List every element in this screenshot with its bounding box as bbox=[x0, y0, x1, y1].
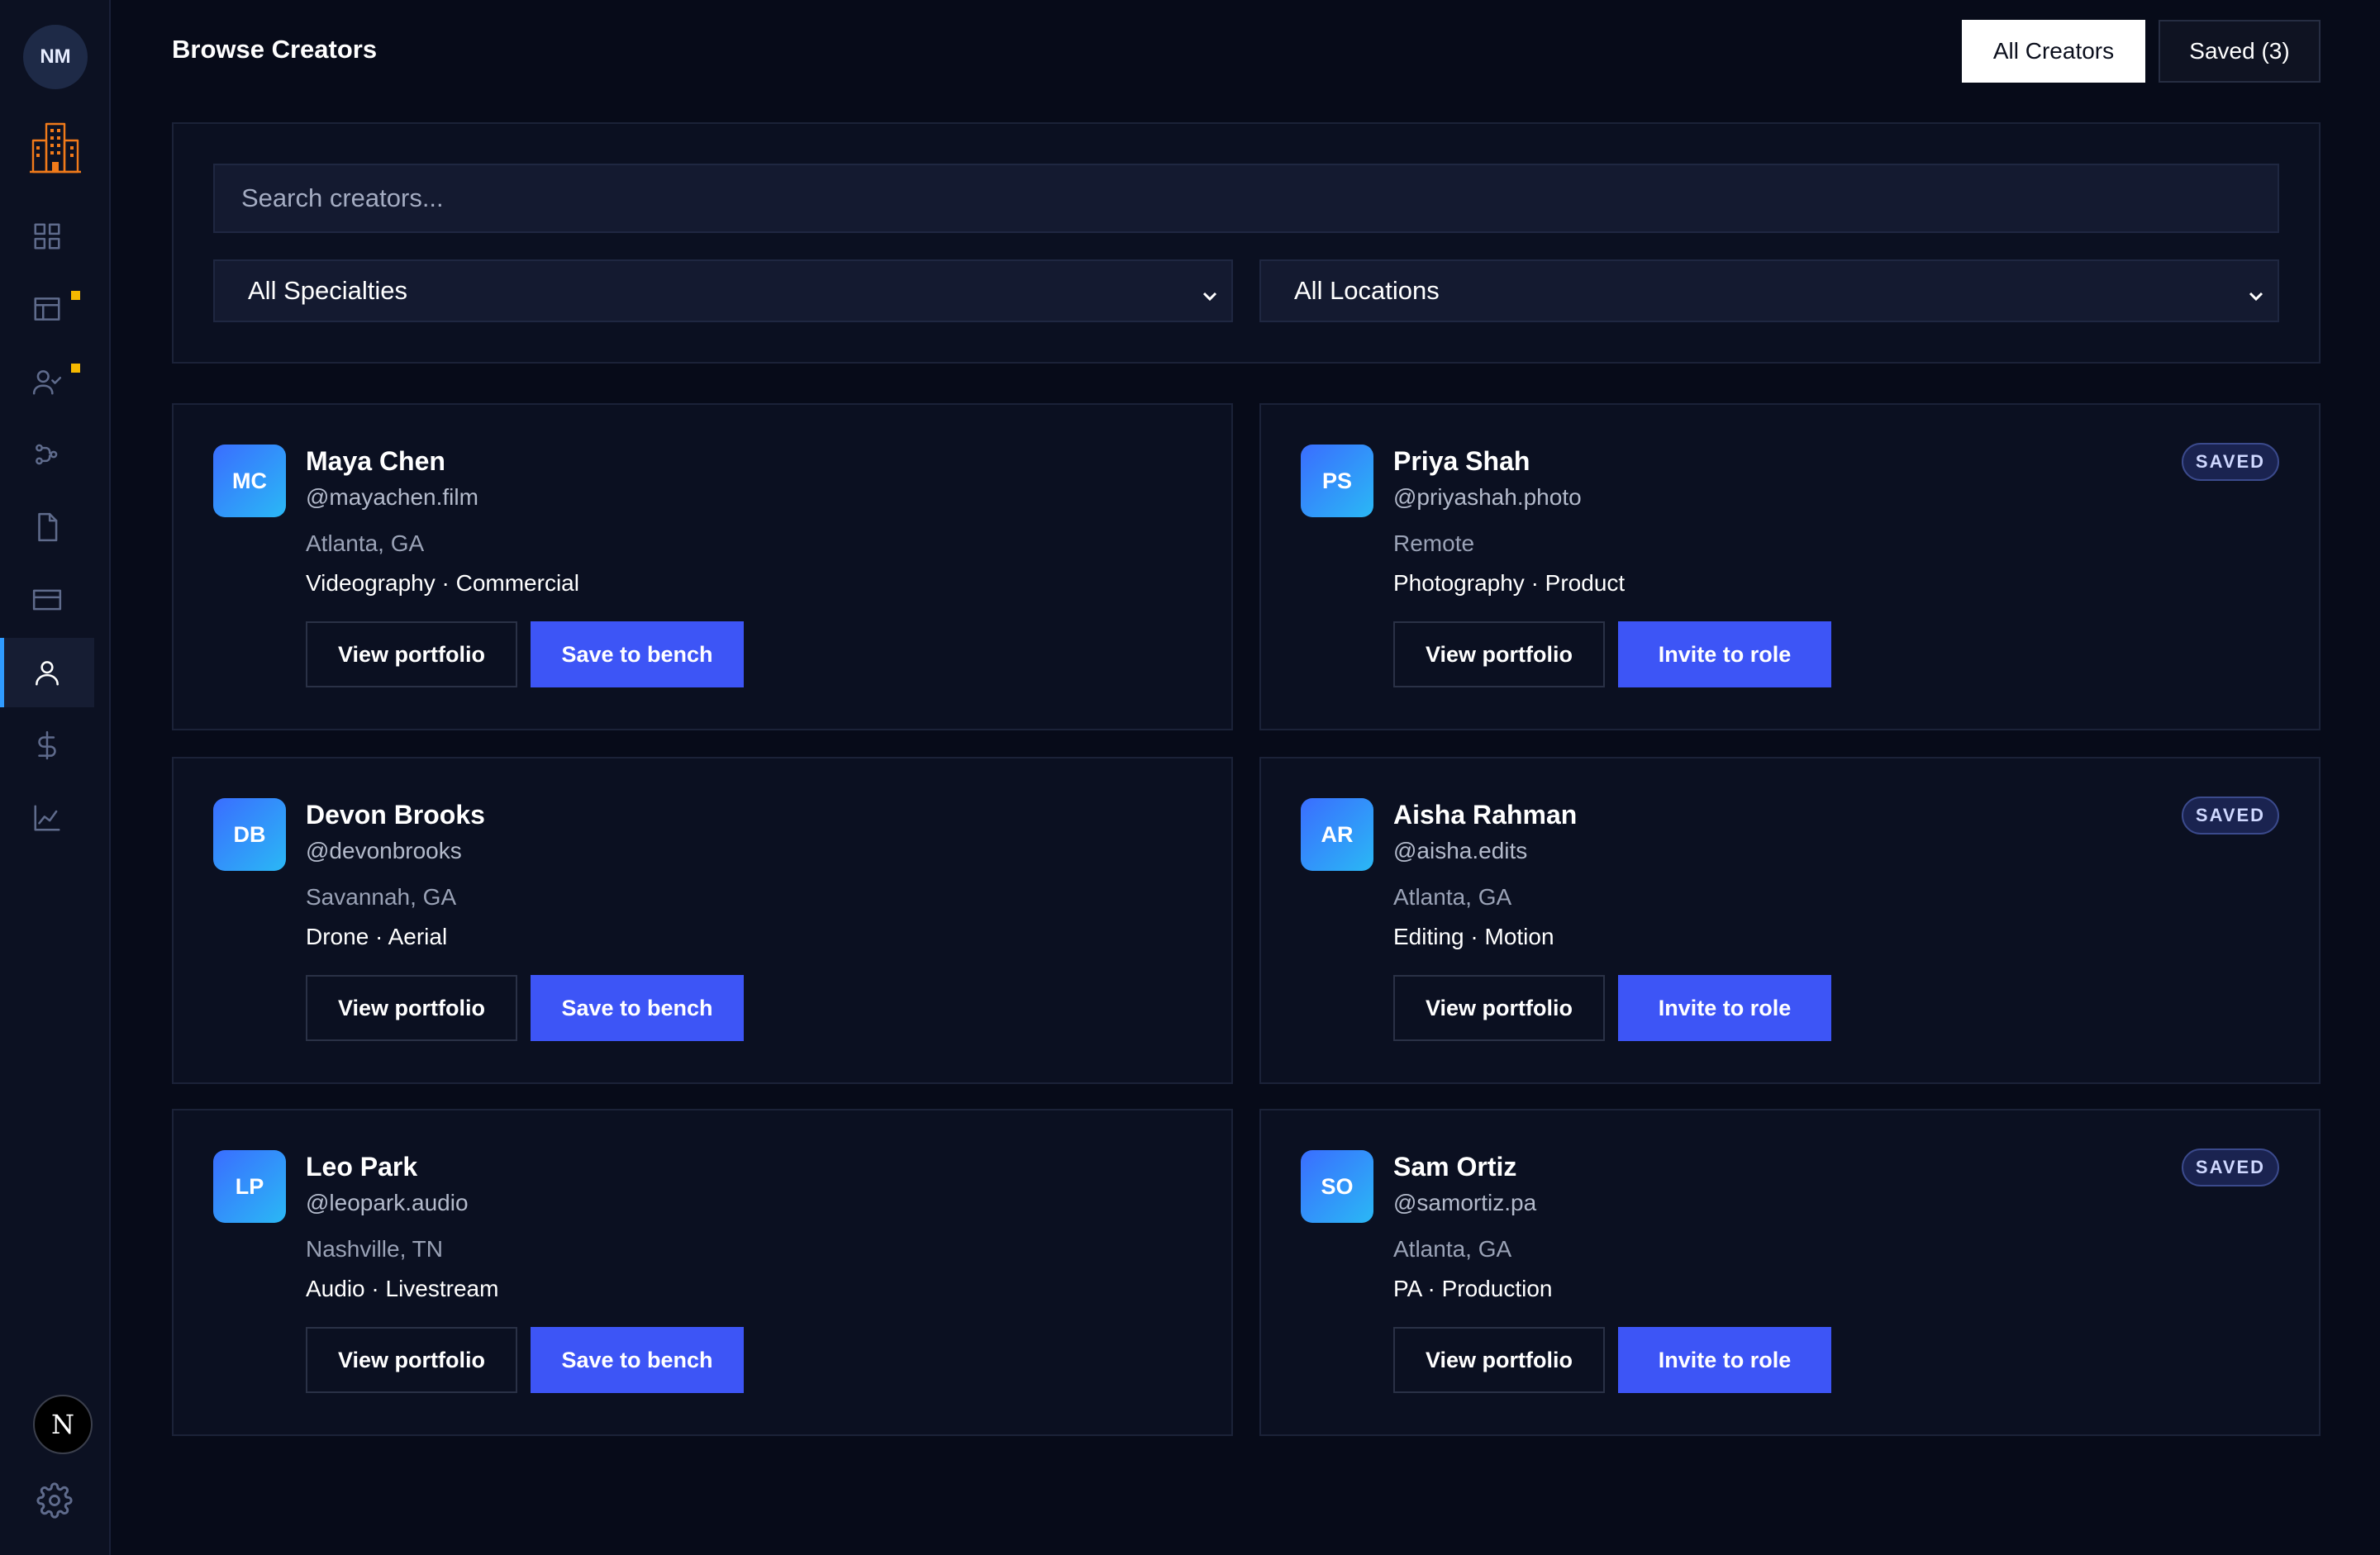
creator-card: PS Priya Shah @priyashah.photo Remote Ph… bbox=[1259, 403, 2320, 730]
projects-icon bbox=[34, 297, 60, 321]
creator-card: SO Sam Ortiz @samortiz.pa Atlanta, GA PA… bbox=[1259, 1109, 2320, 1436]
company-logo-icon[interactable] bbox=[28, 121, 83, 175]
applicants-notification-dot bbox=[71, 364, 80, 373]
view-portfolio-button[interactable]: View portfolio bbox=[306, 975, 517, 1041]
creator-card: MC Maya Chen @mayachen.film Atlanta, GA … bbox=[172, 403, 1233, 730]
analytics-icon bbox=[34, 805, 60, 831]
creator-handle: @mayachen.film bbox=[306, 484, 478, 510]
creator-location: Savannah, GA bbox=[306, 884, 457, 910]
invite-to-role-button[interactable]: Invite to role bbox=[1618, 621, 1831, 687]
tab-saved[interactable]: Saved (3) bbox=[2159, 20, 2320, 83]
nav-dashboard[interactable] bbox=[0, 202, 94, 271]
chevron-down-icon bbox=[1200, 283, 1220, 302]
creators-icon bbox=[36, 661, 59, 686]
sidebar: NM N bbox=[0, 0, 111, 1555]
creator-avatar: MC bbox=[213, 445, 286, 517]
creator-name: Aisha Rahman bbox=[1393, 800, 1578, 830]
creator-handle: @samortiz.pa bbox=[1393, 1190, 1537, 1215]
view-portfolio-button[interactable]: View portfolio bbox=[1393, 621, 1605, 687]
view-portfolio-button[interactable]: View portfolio bbox=[1393, 975, 1605, 1041]
location-select-value: All Locations bbox=[1294, 276, 1440, 305]
nav-payments[interactable] bbox=[0, 565, 94, 635]
user-avatar[interactable]: NM bbox=[23, 25, 88, 89]
location-select[interactable]: All Locations bbox=[1259, 259, 2279, 322]
nav-finance[interactable] bbox=[0, 711, 94, 780]
creator-avatar: AR bbox=[1301, 798, 1373, 871]
save-to-bench-button[interactable]: Save to bench bbox=[531, 975, 744, 1041]
creator-name: Leo Park bbox=[306, 1152, 418, 1182]
creator-avatar: SO bbox=[1301, 1150, 1373, 1223]
creator-location: Atlanta, GA bbox=[1393, 1236, 1512, 1262]
specialty-select-value: All Specialties bbox=[248, 276, 407, 305]
specialty-select[interactable]: All Specialties bbox=[213, 259, 1233, 322]
saved-badge: SAVED bbox=[2182, 797, 2279, 835]
search-input[interactable] bbox=[213, 164, 2279, 233]
invite-to-role-button[interactable]: Invite to role bbox=[1618, 975, 1831, 1041]
view-portfolio-button[interactable]: View portfolio bbox=[306, 1327, 517, 1393]
applicants-icon bbox=[32, 370, 62, 395]
creator-name: Devon Brooks bbox=[306, 800, 485, 830]
page-title: Browse Creators bbox=[172, 35, 378, 64]
view-portfolio-button[interactable]: View portfolio bbox=[306, 621, 517, 687]
chevron-down-icon bbox=[2246, 283, 2266, 302]
nav-creators[interactable] bbox=[0, 638, 94, 707]
nav-analytics[interactable] bbox=[0, 783, 94, 853]
creator-handle: @devonbrooks bbox=[306, 838, 462, 863]
saved-badge: SAVED bbox=[2182, 1148, 2279, 1186]
creator-specialties: Audio · Livestream bbox=[306, 1276, 499, 1301]
creator-location: Nashville, TN bbox=[306, 1236, 443, 1262]
save-to-bench-button[interactable]: Save to bench bbox=[531, 621, 744, 687]
creator-avatar: PS bbox=[1301, 445, 1373, 517]
invite-to-role-button[interactable]: Invite to role bbox=[1618, 1327, 1831, 1393]
nav-workflow[interactable] bbox=[0, 420, 94, 489]
filter-panel: All Specialties All Locations bbox=[172, 122, 2320, 364]
creator-specialties: Photography · Product bbox=[1393, 570, 1626, 596]
nav-documents[interactable] bbox=[0, 492, 94, 562]
documents-icon bbox=[38, 512, 58, 542]
settings-button[interactable] bbox=[36, 1482, 73, 1519]
creator-specialties: Editing · Motion bbox=[1393, 924, 1554, 949]
creator-card: LP Leo Park @leopark.audio Nashville, TN… bbox=[172, 1109, 1233, 1436]
creator-handle: @aisha.edits bbox=[1393, 838, 1528, 863]
creator-avatar: DB bbox=[213, 798, 286, 871]
creator-handle: @leopark.audio bbox=[306, 1190, 469, 1215]
payments-card-icon bbox=[32, 589, 62, 611]
dashboard-icon bbox=[34, 223, 60, 250]
projects-notification-dot bbox=[71, 291, 80, 300]
creator-name: Sam Ortiz bbox=[1393, 1152, 1517, 1182]
gear-icon bbox=[36, 1482, 73, 1519]
nav-applicants[interactable] bbox=[0, 347, 94, 416]
workflow-icon bbox=[36, 444, 58, 465]
nav-projects[interactable] bbox=[0, 274, 94, 344]
creator-location: Remote bbox=[1393, 530, 1475, 556]
creator-avatar: LP bbox=[213, 1150, 286, 1223]
creator-location: Atlanta, GA bbox=[1393, 884, 1512, 910]
tab-all-creators[interactable]: All Creators bbox=[1962, 20, 2145, 83]
creator-specialties: Videography · Commercial bbox=[306, 570, 579, 596]
creator-specialties: PA · Production bbox=[1393, 1276, 1553, 1301]
framework-badge[interactable]: N bbox=[33, 1395, 93, 1454]
creator-name: Maya Chen bbox=[306, 446, 445, 476]
creator-specialties: Drone · Aerial bbox=[306, 924, 448, 949]
creator-location: Atlanta, GA bbox=[306, 530, 425, 556]
creator-card: AR Aisha Rahman @aisha.edits Atlanta, GA… bbox=[1259, 757, 2320, 1084]
dollar-icon bbox=[38, 730, 56, 760]
view-portfolio-button[interactable]: View portfolio bbox=[1393, 1327, 1605, 1393]
creator-card: DB Devon Brooks @devonbrooks Savannah, G… bbox=[172, 757, 1233, 1084]
save-to-bench-button[interactable]: Save to bench bbox=[531, 1327, 744, 1393]
saved-badge: SAVED bbox=[2182, 443, 2279, 481]
creator-name: Priya Shah bbox=[1393, 446, 1530, 476]
creator-handle: @priyashah.photo bbox=[1393, 484, 1582, 510]
